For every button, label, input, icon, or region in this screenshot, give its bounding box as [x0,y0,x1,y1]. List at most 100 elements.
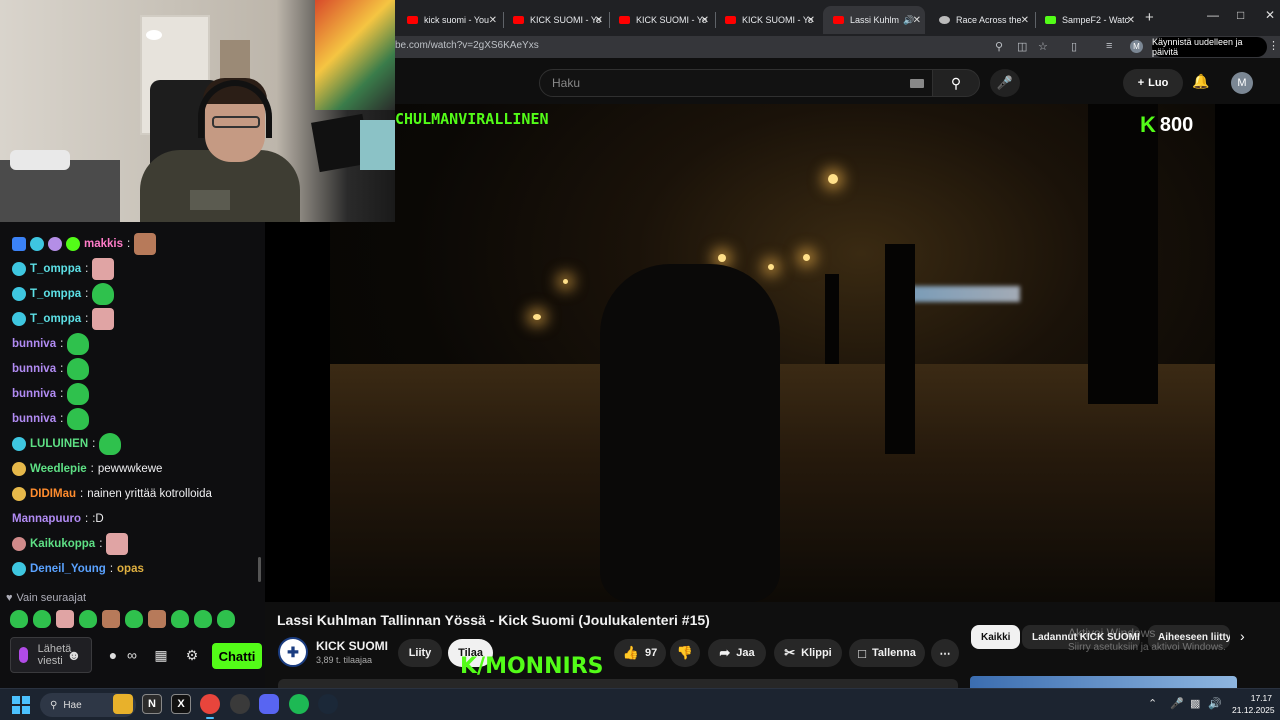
cast-icon[interactable]: ◫ [1017,40,1027,53]
infinity-icon[interactable]: ∞ [124,647,140,663]
emote-icon[interactable] [217,610,235,628]
bookmark-star-icon[interactable]: ☆ [1038,40,1048,53]
volume-icon[interactable]: 🔊 [1208,697,1222,710]
chat-send-button[interactable]: Chatti [212,643,262,669]
browser-tab[interactable]: kick suomi - You ✕ [397,6,501,34]
emote-icon[interactable] [10,610,28,628]
save-button[interactable]: □ Tallenna [849,639,925,667]
url-field[interactable]: be.com/watch?v=2gXS6KAeYxs [395,40,539,51]
chat-username[interactable]: bunniva [12,388,56,400]
chat-username[interactable]: Kaikukoppa [30,538,95,550]
channel-avatar[interactable]: ✚ [278,637,308,667]
webcam-art [360,120,395,170]
close-icon[interactable]: ✕ [913,15,921,26]
browser-tab[interactable]: Race Across the ✕ [929,6,1033,34]
chat-username[interactable]: makkis [84,238,123,250]
network-icon[interactable]: ▩ [1190,697,1200,710]
chat-username[interactable]: bunniva [12,338,56,350]
emote-icon[interactable] [125,610,143,628]
video-player[interactable]: CHULMANVIRALLINEN K 800 [265,104,1280,602]
file-explorer-icon[interactable] [113,694,133,714]
description-box[interactable] [278,679,958,688]
channel-name[interactable]: KICK SUOMI [316,639,388,653]
browser-tab-active[interactable]: Lassi Kuhlm 🔊 ✕ [823,6,925,34]
store-icon[interactable]: ▦ [153,647,169,663]
chat-username[interactable]: Deneil_Young [30,563,106,575]
points-icon[interactable]: ● [105,647,121,663]
search-input[interactable]: Haku [539,69,933,97]
chat-username[interactable]: LULUINEN [30,438,88,450]
browser-tab[interactable]: KICK SUOMI - Yo ✕ [609,6,713,34]
emote-icon[interactable] [171,610,189,628]
chat-username[interactable]: bunniva [12,363,56,375]
minimize-icon[interactable]: — [1207,8,1219,22]
chat-username[interactable]: T_omppa [30,288,81,300]
obs-icon[interactable] [230,694,250,714]
chat-username[interactable]: DIDIMau [30,488,76,500]
emote-icon[interactable] [102,610,120,628]
chrome-icon[interactable] [200,694,220,714]
more-actions-button[interactable]: ⋯ [931,639,959,667]
gear-icon[interactable]: ⚙ [184,647,200,663]
chat-username[interactable]: T_omppa [30,263,81,275]
close-icon[interactable]: ✕ [701,15,709,26]
browser-tab[interactable]: KICK SUOMI - Yo ✕ [503,6,607,34]
clip-button[interactable]: ✂ Klippi [774,639,842,667]
chat-message: T_omppa: [12,283,115,305]
create-button[interactable]: + Luo [1123,69,1183,97]
chat-username[interactable]: Weedlepie [30,463,87,475]
emote-icon [106,533,129,555]
close-icon[interactable]: ✕ [807,15,815,26]
steam-icon[interactable] [318,694,338,714]
microphone-tray-icon[interactable]: 🎤 [1170,697,1184,710]
profile-avatar[interactable]: M [1130,40,1143,53]
search-button[interactable]: ⚲ [932,69,980,97]
dislike-button[interactable]: 👎 [670,639,700,667]
chat-message: DIDIMau: nainen yrittää kotrolloida [12,483,212,505]
chat-username[interactable]: Mannapuuro [12,513,81,525]
more-dots-icon: ⋯ [939,647,951,660]
notifications-bell-icon[interactable]: 🔔 [1192,73,1210,91]
recommended-thumbnail[interactable] [970,676,1237,688]
chat-username[interactable]: bunniva [12,413,56,425]
x-app-icon[interactable]: X [171,694,191,714]
like-button[interactable]: 👍 97 [614,639,666,667]
join-button[interactable]: Liity [398,639,442,667]
emote-icon[interactable] [56,610,74,628]
emote-icon[interactable] [33,610,51,628]
chat-username[interactable]: T_omppa [30,313,81,325]
browser-tab[interactable]: KICK SUOMI - Yo ✕ [715,6,819,34]
app-icon[interactable]: N [142,694,162,714]
windows-start-icon[interactable] [12,696,30,714]
chevron-right-icon[interactable]: › [1240,628,1245,644]
close-icon[interactable]: ✕ [595,15,603,26]
emote-icon[interactable] [79,610,97,628]
webcam-toys [10,150,70,170]
taskbar-clock[interactable]: 17.17 21.12.2025 [1232,692,1275,716]
voice-search-button[interactable]: 🎤 [990,69,1020,97]
emote-icon[interactable] [194,610,212,628]
close-window-icon[interactable]: ✕ [1265,8,1275,22]
chat-scrollbar[interactable] [258,557,261,582]
account-avatar[interactable]: M [1231,72,1253,94]
browser-tab[interactable]: SampeF2 - Watc ✕ [1035,6,1139,34]
share-button[interactable]: ➦ Jaa [708,639,766,667]
discord-icon[interactable] [259,694,279,714]
zoom-icon[interactable]: ⚲ [995,40,1003,53]
browser-menu-icon[interactable]: ⋮ [1268,39,1279,52]
maximize-icon[interactable]: □ [1237,8,1244,22]
extensions-icon[interactable]: ▯ [1071,40,1077,53]
emote-icon[interactable] [148,610,166,628]
spotify-icon[interactable] [289,694,309,714]
chip-all[interactable]: Kaikki [971,625,1021,649]
emote-icon [67,358,90,380]
close-icon[interactable]: ✕ [1021,15,1029,26]
close-icon[interactable]: ✕ [489,15,497,26]
tray-chevron-icon[interactable]: ⌃ [1148,697,1157,710]
restart-update-button[interactable]: Käynnistä uudelleen ja päivitä [1152,37,1267,57]
emoji-icon[interactable]: ☻ [66,647,82,663]
media-queue-icon[interactable]: ≡ [1106,40,1112,52]
new-tab-plus-icon[interactable]: + [1145,9,1154,26]
close-icon[interactable]: ✕ [1127,15,1135,26]
keyboard-icon[interactable] [910,79,924,88]
